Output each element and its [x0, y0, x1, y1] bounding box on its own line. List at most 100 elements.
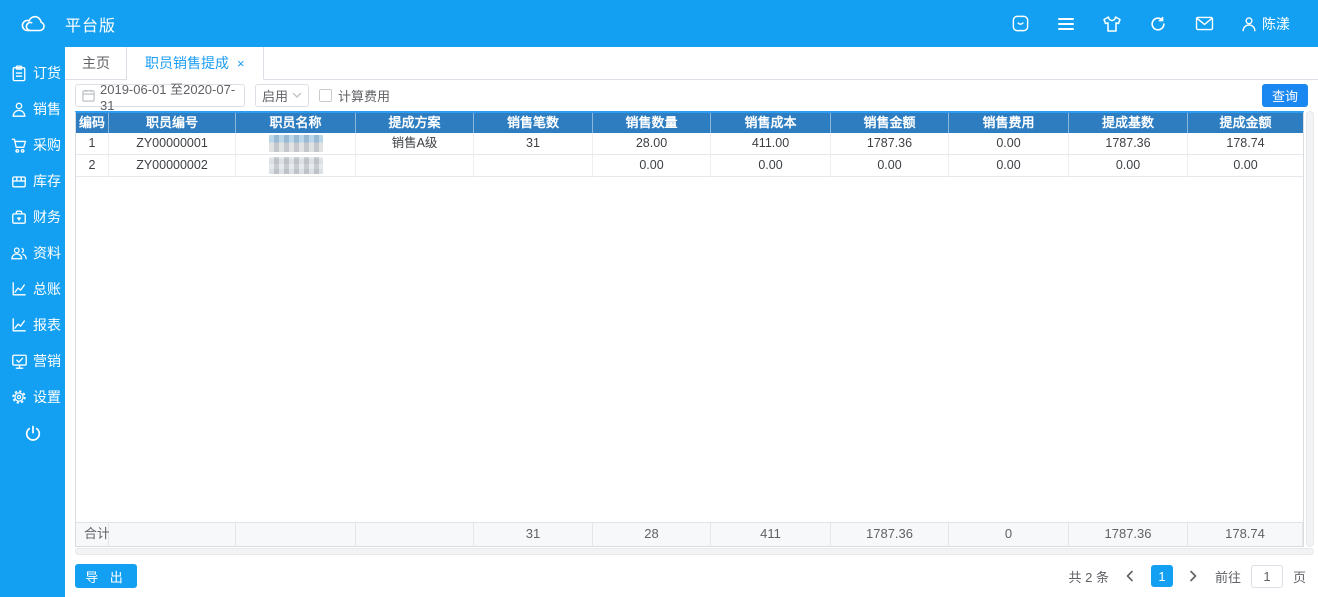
refresh-icon[interactable] [1148, 14, 1168, 34]
blurred-name-cell [236, 155, 356, 177]
page-suffix-label: 页 [1292, 569, 1306, 585]
goto-label: 前往 [1214, 569, 1241, 585]
goto-page-input[interactable] [1250, 564, 1283, 588]
column-header[interactable]: 销售金额 [831, 113, 949, 133]
table-cell: 411.00 [711, 133, 831, 155]
column-header[interactable]: 销售笔数 [474, 113, 593, 133]
tab-bar: 主页 职员销售提成 × [65, 47, 1318, 80]
tab-staff-commission[interactable]: 职员销售提成 × [127, 47, 264, 80]
total-cell: 1787.36 [1069, 523, 1188, 546]
total-cell: 1787.36 [831, 523, 949, 546]
column-header[interactable]: 销售费用 [949, 113, 1069, 133]
sidebar-item-xiaoshou[interactable]: 销售 [0, 91, 65, 127]
top-bar: 平台版 陈漾 [0, 0, 1318, 47]
column-header[interactable]: 销售成本 [711, 113, 831, 133]
sidebar-item-label: 总账 [33, 281, 61, 297]
grid-header: 编码 职员编号 职员名称 提成方案 销售笔数 销售数量 销售成本 销售金额 销售费用 提成基数 提成… [76, 113, 1303, 133]
mail-icon[interactable] [1194, 14, 1214, 34]
grid-body: 1 ZY00000001 销售A级 31 28.00 411.00 1787.36 0.00 1… [76, 133, 1303, 177]
table-row[interactable]: 1 ZY00000001 销售A级 31 28.00 411.00 1787.36 0.00 1… [76, 133, 1303, 155]
column-header[interactable]: 职员名称 [236, 113, 356, 133]
sidebar-item-dinghuo[interactable]: 订货 [0, 55, 65, 91]
calc-expense-checkbox[interactable]: 计算费用 [319, 86, 390, 105]
blurred-name-cell [236, 133, 356, 155]
grid-total-row: 合计 31 28 411 1787.36 0 1787.36 178.74 [76, 522, 1303, 546]
export-button[interactable]: 导 出 [75, 564, 137, 588]
table-cell: ZY00000001 [109, 133, 236, 155]
sidebar-item-baobiao[interactable]: 报表 [0, 307, 65, 343]
table-cell: 销售A级 [356, 133, 474, 155]
query-button[interactable]: 查询 [1262, 84, 1308, 107]
user-menu[interactable]: 陈漾 [1240, 14, 1290, 34]
sidebar-item-kucun[interactable]: 库存 [0, 163, 65, 199]
table-cell: 31 [474, 133, 593, 155]
table-cell: 2 [76, 155, 109, 177]
chart-line-icon [10, 280, 28, 298]
next-page-button[interactable] [1183, 565, 1205, 587]
column-header[interactable]: 提成方案 [356, 113, 474, 133]
grid-empty-space [76, 177, 1303, 522]
table-row[interactable]: 2 ZY00000002 0.00 0.00 0.00 0.00 0.00 0.00 [76, 155, 1303, 177]
sidebar-item-label: 销售 [33, 101, 61, 117]
checkbox-label: 计算费用 [338, 89, 391, 104]
column-header[interactable]: 提成基数 [1069, 113, 1188, 133]
data-grid: 编码 职员编号 职员名称 提成方案 销售笔数 销售数量 销售成本 销售金额 销售费用 提成基数 提成… [75, 111, 1304, 547]
total-cell: 178.74 [1188, 523, 1303, 546]
app-center-icon[interactable] [1010, 14, 1030, 34]
sidebar-item-shezhi[interactable]: 设置 [0, 379, 65, 415]
table-cell [474, 155, 593, 177]
date-range-input[interactable]: 2019-06-01 至2020-07-31 [75, 82, 245, 113]
horizontal-scrollbar[interactable] [75, 548, 1314, 555]
total-cell: 411 [711, 523, 831, 546]
sidebar-item-caigou[interactable]: 采购 [0, 127, 65, 163]
checkbox-icon[interactable] [319, 89, 332, 102]
page-number-active[interactable]: 1 [1150, 565, 1173, 587]
sidebar-item-yingxiao[interactable]: 营销 [0, 343, 65, 379]
table-cell: 0.00 [593, 155, 711, 177]
pagination: 共 2 条 1 前往 页 [1069, 564, 1306, 588]
prev-page-button[interactable] [1119, 565, 1141, 587]
sidebar-item-caiwu[interactable]: 财务 [0, 199, 65, 235]
status-select[interactable]: 启用 [255, 84, 309, 107]
clipboard-icon [10, 64, 28, 82]
box-icon [10, 172, 28, 190]
sidebar-item-ziliao[interactable]: 资料 [0, 235, 65, 271]
column-header[interactable]: 编码 [76, 113, 109, 133]
gear-icon [10, 388, 28, 406]
column-header[interactable]: 销售数量 [593, 113, 711, 133]
app-title: 平台版 [65, 17, 117, 35]
column-header[interactable]: 提成金额 [1188, 113, 1303, 133]
menu-icon[interactable] [1056, 14, 1076, 34]
sidebar: 订货 销售 采购 库存 财务 资料 总账 报表 营销 设置 [0, 47, 65, 597]
table-cell: 0.00 [949, 155, 1069, 177]
tab-label: 职员销售提成 [145, 55, 229, 71]
table-cell: 0.00 [711, 155, 831, 177]
people-icon [10, 244, 28, 262]
total-cell [356, 523, 474, 546]
shirt-icon[interactable] [1102, 14, 1122, 34]
table-cell [356, 155, 474, 177]
app-logo[interactable] [0, 13, 65, 35]
close-tab-icon[interactable]: × [237, 56, 245, 71]
chevron-down-icon [292, 92, 302, 99]
sidebar-item-label: 库存 [33, 173, 61, 189]
sidebar-item-zongzhang[interactable]: 总账 [0, 271, 65, 307]
sidebar-item-label: 营销 [33, 353, 61, 369]
filter-bar: 2019-06-01 至2020-07-31 启用 计算费用 查询 [65, 80, 1318, 113]
column-header[interactable]: 职员编号 [109, 113, 236, 133]
sidebar-item-label: 采购 [33, 137, 61, 153]
topbar-actions: 陈漾 [1010, 14, 1318, 34]
total-cell: 31 [474, 523, 593, 546]
logout-power-button[interactable] [0, 415, 65, 451]
sidebar-item-label: 资料 [33, 245, 61, 261]
cart-icon [10, 136, 28, 154]
blurred-name [268, 135, 323, 152]
user-name: 陈漾 [1262, 15, 1290, 32]
user-icon [1240, 15, 1258, 33]
table-cell: 1787.36 [831, 133, 949, 155]
power-icon [24, 424, 42, 442]
vertical-scrollbar[interactable] [1306, 111, 1314, 547]
tab-home[interactable]: 主页 [65, 47, 127, 79]
table-cell: ZY00000002 [109, 155, 236, 177]
cloud-logo-icon [18, 13, 48, 35]
